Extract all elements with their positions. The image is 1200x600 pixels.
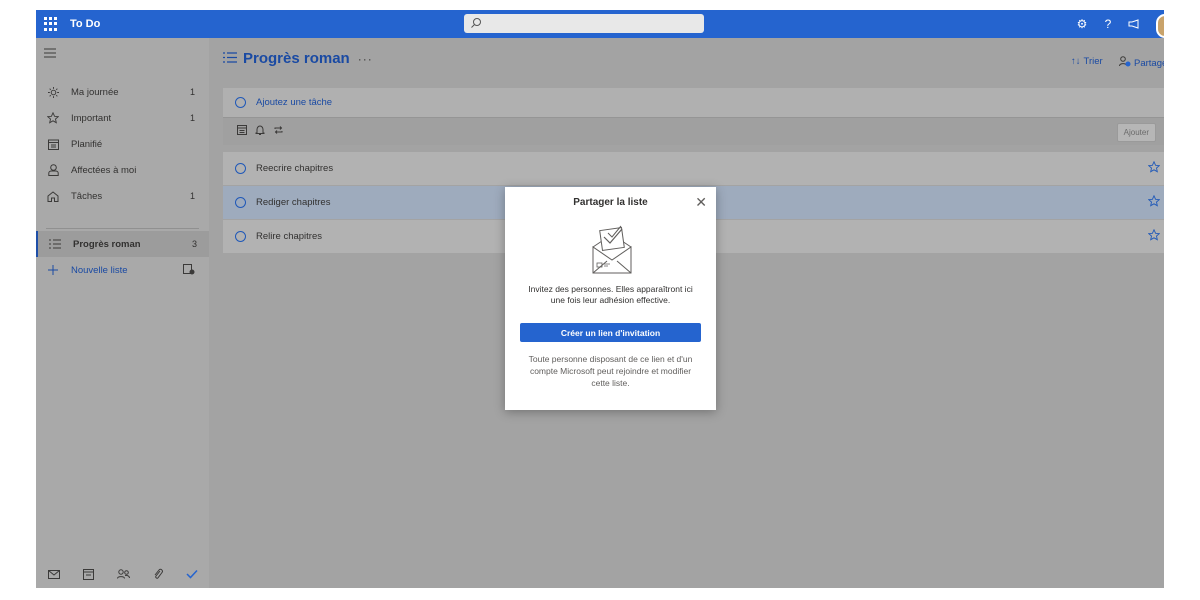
settings-icon[interactable]: ⚙ xyxy=(1073,15,1091,33)
star-icon xyxy=(46,112,60,124)
calendar-app-icon[interactable] xyxy=(82,568,94,583)
todo-check-icon[interactable] xyxy=(185,569,198,582)
sidebar: Ma journée 1 Important 1 Planifié Affect… xyxy=(36,38,211,588)
create-invite-link-button[interactable]: Créer un lien d'invitation xyxy=(520,323,701,342)
sidebar-item-label: Important xyxy=(71,112,112,124)
sidebar-item-label: Progrès roman xyxy=(73,238,141,250)
count-badge: 1 xyxy=(189,113,195,123)
sidebar-item-label: Affectées à moi xyxy=(71,164,137,176)
sort-label: Trier xyxy=(1083,56,1103,67)
sidebar-item-planned[interactable]: Planifié xyxy=(36,131,209,157)
repeat-icon[interactable] xyxy=(273,125,284,139)
person-icon xyxy=(46,164,60,176)
sidebar-item-important[interactable]: Important 1 xyxy=(36,105,209,131)
complete-checkbox[interactable] xyxy=(235,197,246,208)
share-label: Partager xyxy=(1134,57,1164,69)
share-list-dialog: Partager la liste ✕ Invitez des personne… xyxy=(505,187,716,410)
count-badge: 1 xyxy=(189,191,195,201)
add-task-input[interactable]: Ajoutez une tâche xyxy=(223,88,1164,117)
sidebar-item-label: Ma journée xyxy=(71,86,119,98)
circle-icon xyxy=(235,97,246,108)
sidebar-item-label: Tâches xyxy=(71,190,103,202)
add-button[interactable]: Ajouter xyxy=(1116,123,1156,142)
dialog-message: Invitez des personnes. Elles apparaîtron… xyxy=(528,284,693,305)
home-icon xyxy=(46,190,60,202)
more-options-button[interactable]: ··· xyxy=(358,52,373,66)
complete-checkbox[interactable] xyxy=(235,163,246,174)
add-task-toolbar: Ajouter xyxy=(223,117,1164,145)
sidebar-item-my-day[interactable]: Ma journée 1 xyxy=(36,79,209,105)
list-title[interactable]: Progrès roman xyxy=(243,50,350,67)
sun-icon xyxy=(46,86,60,98)
share-button[interactable]: Partager xyxy=(1119,56,1164,70)
envelope-invite-icon xyxy=(592,225,632,274)
count-badge: 1 xyxy=(189,87,195,97)
dialog-note: Toute personne disposant de ce lien et d… xyxy=(528,354,693,388)
divider xyxy=(46,228,199,229)
calendar-icon xyxy=(46,139,60,150)
star-icon[interactable] xyxy=(1147,228,1161,244)
app-launcher-icon[interactable] xyxy=(44,17,58,31)
menu-icon[interactable] xyxy=(44,48,56,61)
complete-checkbox[interactable] xyxy=(235,231,246,242)
new-group-icon[interactable] xyxy=(183,264,195,277)
share-people-icon xyxy=(1119,56,1131,70)
sidebar-item-tasks[interactable]: Tâches 1 xyxy=(36,183,209,209)
list-icon xyxy=(223,51,237,66)
mail-icon[interactable] xyxy=(47,569,60,582)
due-date-icon[interactable] xyxy=(237,125,247,139)
sidebar-item-progres-roman[interactable]: Progrès roman 3 xyxy=(36,231,211,257)
task-row[interactable]: Reecrire chapitres xyxy=(223,152,1164,185)
star-icon[interactable] xyxy=(1147,194,1161,210)
sort-button[interactable]: ↑↓ Trier xyxy=(1071,56,1103,67)
help-icon[interactable]: ? xyxy=(1099,15,1117,33)
count-badge: 3 xyxy=(191,239,197,249)
sort-icon: ↑↓ xyxy=(1071,56,1081,67)
bottom-app-bar xyxy=(36,568,209,583)
task-title: Reecrire chapitres xyxy=(256,163,334,174)
star-icon[interactable] xyxy=(1147,160,1161,176)
plus-icon xyxy=(46,265,60,275)
attachment-icon[interactable] xyxy=(153,568,163,583)
search-icon xyxy=(471,18,481,28)
app-name[interactable]: To Do xyxy=(70,18,100,30)
list-icon xyxy=(48,239,62,249)
dialog-title: Partager la liste xyxy=(573,197,648,208)
people-icon[interactable] xyxy=(116,569,130,582)
new-list-button[interactable]: Nouvelle liste xyxy=(36,257,209,283)
reminder-bell-icon[interactable] xyxy=(255,125,265,139)
list-header: Progrès roman ··· xyxy=(223,50,373,67)
search-input[interactable] xyxy=(464,14,704,33)
top-bar: To Do ⚙ ? xyxy=(36,10,1164,38)
close-icon[interactable]: ✕ xyxy=(695,194,707,211)
task-title: Relire chapitres xyxy=(256,231,322,242)
add-task-placeholder: Ajoutez une tâche xyxy=(256,97,333,108)
megaphone-icon[interactable] xyxy=(1125,15,1143,33)
sidebar-item-label: Planifié xyxy=(71,138,103,150)
new-list-label: Nouvelle liste xyxy=(71,264,128,276)
sidebar-item-assigned[interactable]: Affectées à moi xyxy=(36,157,209,183)
task-title: Rediger chapitres xyxy=(256,197,331,208)
avatar[interactable] xyxy=(1156,14,1164,38)
